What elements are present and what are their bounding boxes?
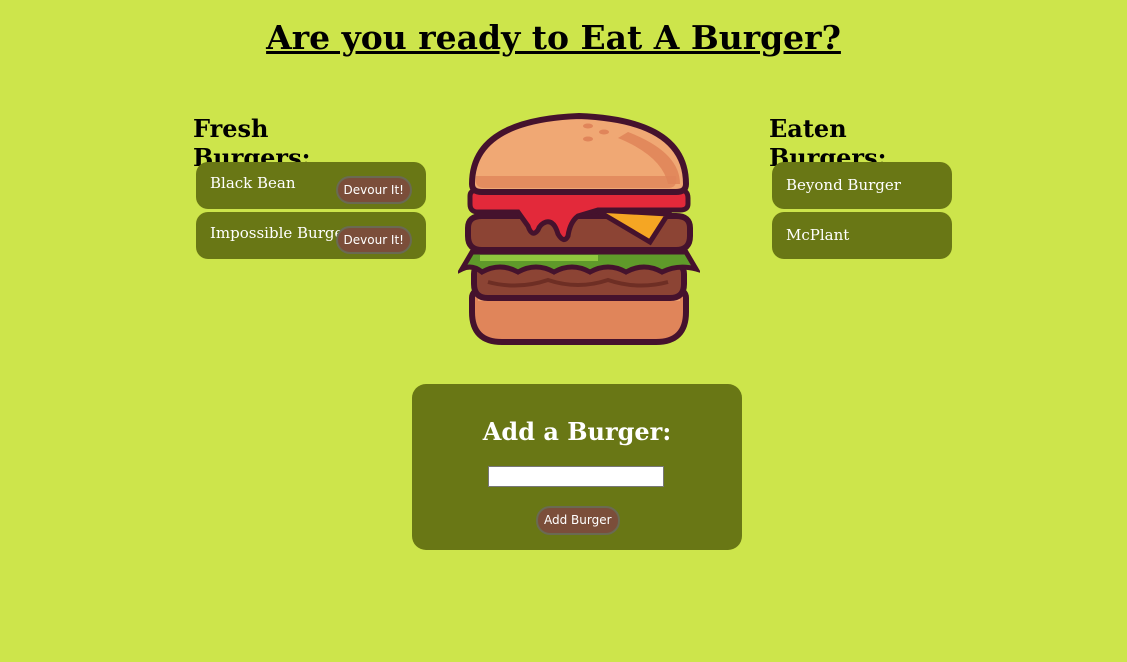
burger-name: Beyond Burger: [786, 176, 901, 194]
list-item: McPlant: [772, 212, 952, 259]
list-item: Black Bean Devour It!: [196, 162, 426, 209]
devour-button[interactable]: Devour It!: [335, 176, 412, 204]
page-title: Are you ready to Eat A Burger?: [266, 18, 841, 57]
fresh-burger-list: Black Bean Devour It! Impossible Burger …: [196, 162, 426, 262]
add-burger-panel: Add a Burger: Add Burger: [412, 384, 742, 550]
burger-name: McPlant: [786, 226, 850, 244]
devour-button[interactable]: Devour It!: [335, 226, 412, 254]
burger-name: Black Bean: [210, 174, 296, 192]
burger-name-input[interactable]: [488, 466, 664, 487]
add-burger-button[interactable]: Add Burger: [536, 506, 620, 535]
list-item: Impossible Burger Devour It!: [196, 212, 426, 259]
add-burger-heading: Add a Burger:: [482, 417, 672, 446]
eaten-burger-list: Beyond Burger McPlant: [772, 162, 952, 262]
burger-name: Impossible Burger: [210, 224, 351, 242]
burger-icon: [455, 112, 702, 348]
list-item: Beyond Burger: [772, 162, 952, 209]
